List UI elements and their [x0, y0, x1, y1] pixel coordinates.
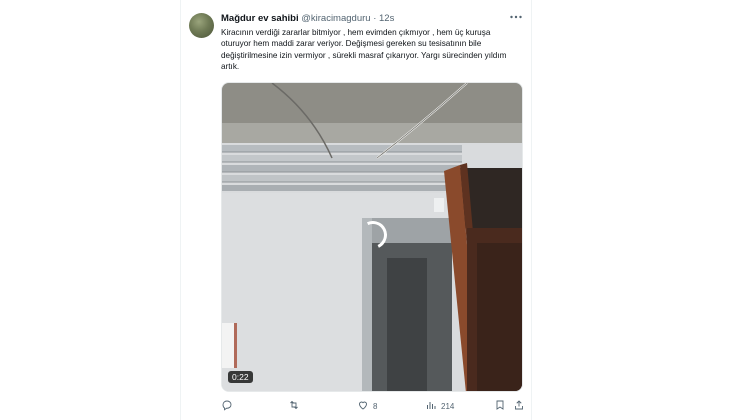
tweet-actions: 8 214 — [0, 399, 730, 413]
tweet-text: Kiracının verdiği zararlar bitmiyor , he… — [221, 28, 507, 71]
avatar[interactable] — [189, 13, 214, 38]
retweet-button[interactable] — [288, 399, 304, 413]
heart-icon — [357, 399, 369, 413]
tweet-header: Mağdur ev sahibi @kiracimagduru · 12s — [221, 13, 394, 24]
author-name[interactable]: Mağdur ev sahibi — [221, 13, 299, 24]
share-icon — [513, 399, 525, 413]
author-handle[interactable]: @kiracimagduru — [301, 13, 370, 24]
views-bar-chart-icon — [425, 399, 437, 413]
like-button[interactable]: 8 — [357, 399, 377, 413]
retweet-icon — [288, 399, 300, 413]
view-count: 214 — [441, 401, 455, 411]
views-button[interactable]: 214 — [425, 399, 454, 413]
separator-dot: · — [373, 13, 377, 24]
tweet-time[interactable]: 12s — [379, 13, 394, 24]
bookmark-button[interactable] — [494, 399, 506, 413]
more-horizontal-icon[interactable] — [509, 11, 523, 26]
reply-icon — [221, 399, 233, 413]
like-count: 8 — [373, 401, 378, 411]
video-duration: 0:22 — [228, 371, 253, 383]
bookmark-icon — [494, 399, 506, 413]
share-button[interactable] — [513, 399, 525, 413]
reply-button[interactable] — [221, 399, 237, 413]
